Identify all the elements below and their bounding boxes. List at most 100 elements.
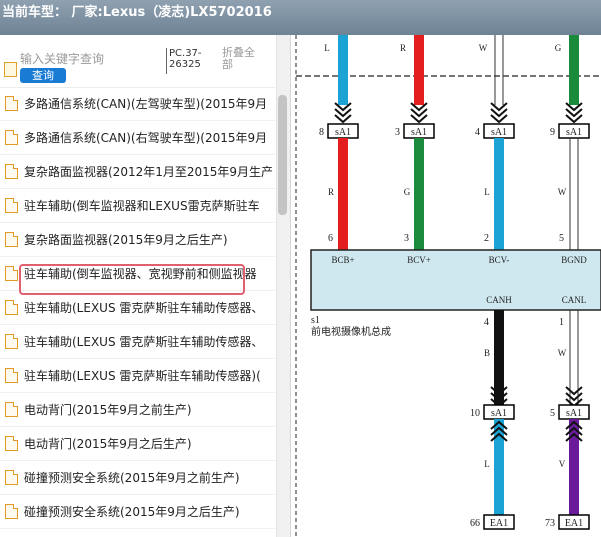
module-name: 前电视摄像机总成 [311, 325, 391, 338]
tree-item-label: 驻车辅助(倒车监视器和LEXUS雷克萨斯驻车 [24, 199, 260, 213]
pin-number: 4 [475, 127, 480, 138]
document-icon [5, 402, 18, 417]
wire-color-label: V [559, 459, 566, 469]
wire-color-label: G [555, 43, 562, 53]
tree-item[interactable]: 复杂路面监视器(2012年1月至2015年9月生产 [0, 155, 275, 189]
tree-item[interactable]: 驻车辅助(倒车监视器和LEXUS雷克萨斯驻车 [0, 189, 275, 223]
search-bar: 查询 PC.37- 26325 折叠全部 [0, 35, 275, 88]
tree-item[interactable]: 驻车辅助(LEXUS 雷克萨斯驻车辅助传感器、 [0, 325, 275, 359]
tree-item-label: 驻车辅助(LEXUS 雷克萨斯驻车辅助传感器、 [24, 335, 264, 349]
wire-color-label: B [484, 348, 490, 358]
tree-item-label: 驻车辅助(LEXUS 雷克萨斯驻车辅助传感器、 [24, 301, 264, 315]
bottom-connector-label: EA1 [565, 518, 583, 529]
pin-number: 8 [319, 127, 324, 138]
middle-wire [494, 138, 504, 250]
top-wire [414, 35, 424, 105]
tree-item[interactable]: 碰撞预测安全系统(2015年9月之前生产) [0, 461, 275, 495]
folder-icon [4, 62, 17, 77]
pin-number: 2 [484, 233, 489, 244]
tree-item[interactable]: 电动背门(2015年9月之后生产) [0, 427, 275, 461]
top-wire [569, 35, 579, 105]
pin-number: 73 [545, 518, 555, 529]
catalog-panel: 查询 PC.37- 26325 折叠全部 多路通信系统(CAN)(左驾驶车型)(… [0, 35, 291, 537]
pin-number: 66 [470, 518, 480, 529]
pin-number: 3 [395, 127, 400, 138]
wire-color-label: R [328, 187, 334, 197]
module-signal: CANH [486, 295, 512, 305]
wiring-diagram-canvas: LsA1 8 RsA1 3 WsA1 4 GsA1 9 R 6 G 3 L 2 W 5 BCB+ BCV+ BCV-… [295, 35, 601, 537]
title-bar: 当前车型： 厂家:Lexus（凌志)LX5702016 [0, 0, 601, 35]
tree-item[interactable]: 多路通信系统(CAN)(右驾驶车型)(2015年9月 [0, 121, 275, 155]
document-icon [5, 300, 18, 315]
top-connector-label: sA1 [566, 127, 582, 138]
document-icon [5, 164, 18, 179]
pin-number: 3 [404, 233, 409, 244]
connector-arrow [490, 102, 508, 112]
document-icon [5, 130, 18, 145]
lower-connector-label: sA1 [491, 408, 507, 419]
tree-item[interactable]: 驻车辅助(LEXUS 雷克萨斯驻车辅助传感器)( [0, 359, 275, 393]
wire-color-label: W [558, 348, 567, 358]
wire-color-label: R [400, 43, 406, 53]
wire-color-label: L [484, 459, 490, 469]
pin-number: 6 [328, 233, 333, 244]
tree-item-label: 电动背门(2015年9月之后生产) [24, 437, 192, 451]
document-icon [5, 436, 18, 451]
wire-color-label: W [479, 43, 488, 53]
document-icon [5, 368, 18, 383]
tree-item-label: 碰撞预测安全系统(2015年9月之前生产) [24, 471, 240, 485]
module-signal: BGND [561, 255, 587, 265]
pin-number: 10 [470, 408, 480, 419]
collapse-all-button[interactable]: 折叠全部 [222, 47, 260, 71]
selected-item-highlight [19, 264, 245, 295]
wiring-diagram: LsA1 8 RsA1 3 WsA1 4 GsA1 9 R 6 G 3 L 2 W 5 BCB+ BCV+ BCV-… [291, 35, 601, 537]
query-button[interactable]: 查询 [20, 68, 66, 83]
module-signal: BCV+ [407, 255, 431, 265]
search-input[interactable] [20, 51, 160, 67]
tree-item-label: 电动背门(2015年9月之前生产) [24, 403, 192, 417]
tree-item-label: 复杂路面监视器(2012年1月至2015年9月生产 [24, 165, 274, 179]
pin-number: 4 [484, 317, 489, 328]
wire-color-label: W [558, 187, 567, 197]
pin-number: 5 [559, 233, 564, 244]
top-connector-label: sA1 [491, 127, 507, 138]
tree-item-label: 多路通信系统(CAN)(左驾驶车型)(2015年9月 [24, 97, 268, 111]
module-signal: BCV- [489, 255, 510, 265]
document-icon [5, 504, 18, 519]
module-signal: BCB+ [331, 255, 354, 265]
document-icon [5, 96, 18, 111]
middle-wire [414, 138, 424, 250]
top-connector-label: sA1 [411, 127, 427, 138]
pin-number: 1 [559, 317, 564, 328]
bottom-connector-label: EA1 [490, 518, 508, 529]
current-model-title: 当前车型： 厂家:Lexus（凌志)LX5702016 [2, 5, 272, 20]
wire-color-label: L [484, 187, 490, 197]
document-icon [5, 232, 18, 247]
document-icon [5, 470, 18, 485]
pin-number: 9 [550, 127, 555, 138]
tree-item-label: 复杂路面监视器(2015年9月之后生产) [24, 233, 228, 247]
tree-item[interactable]: 驻车辅助(LEXUS 雷克萨斯驻车辅助传感器、 [0, 291, 275, 325]
document-icon [5, 266, 18, 281]
wire-color-label: G [404, 187, 411, 197]
tree-item[interactable]: 碰撞预测安全系统(2015年9月之后生产) [0, 495, 275, 529]
module-signal: CANL [562, 295, 587, 305]
pc-code: PC.37- 26325 [166, 48, 211, 74]
scrollbar-thumb[interactable] [278, 95, 287, 215]
pin-number: 5 [550, 408, 555, 419]
tree-item-selected[interactable]: 复杂路面监视器(2015年9月之后生产) [0, 223, 275, 257]
connector-arrow [565, 386, 583, 396]
tree-item-label: 多路通信系统(CAN)(右驾驶车型)(2015年9月 [24, 131, 268, 145]
tree-item[interactable]: 电动背门(2015年9月之前生产) [0, 393, 275, 427]
top-connector-label: sA1 [335, 127, 351, 138]
module-id: s1 [311, 315, 320, 326]
tree-item[interactable]: 多路通信系统(CAN)(左驾驶车型)(2015年9月 [0, 87, 275, 121]
tree-item-label: 驻车辅助(LEXUS 雷克萨斯驻车辅助传感器)( [24, 369, 261, 383]
middle-wire [338, 138, 348, 250]
document-icon [5, 198, 18, 213]
lower-connector-label: sA1 [566, 408, 582, 419]
tree-item-label: 碰撞预测安全系统(2015年9月之后生产) [24, 505, 240, 519]
wire-color-label: L [324, 43, 330, 53]
top-wire [338, 35, 348, 105]
document-icon [5, 334, 18, 349]
